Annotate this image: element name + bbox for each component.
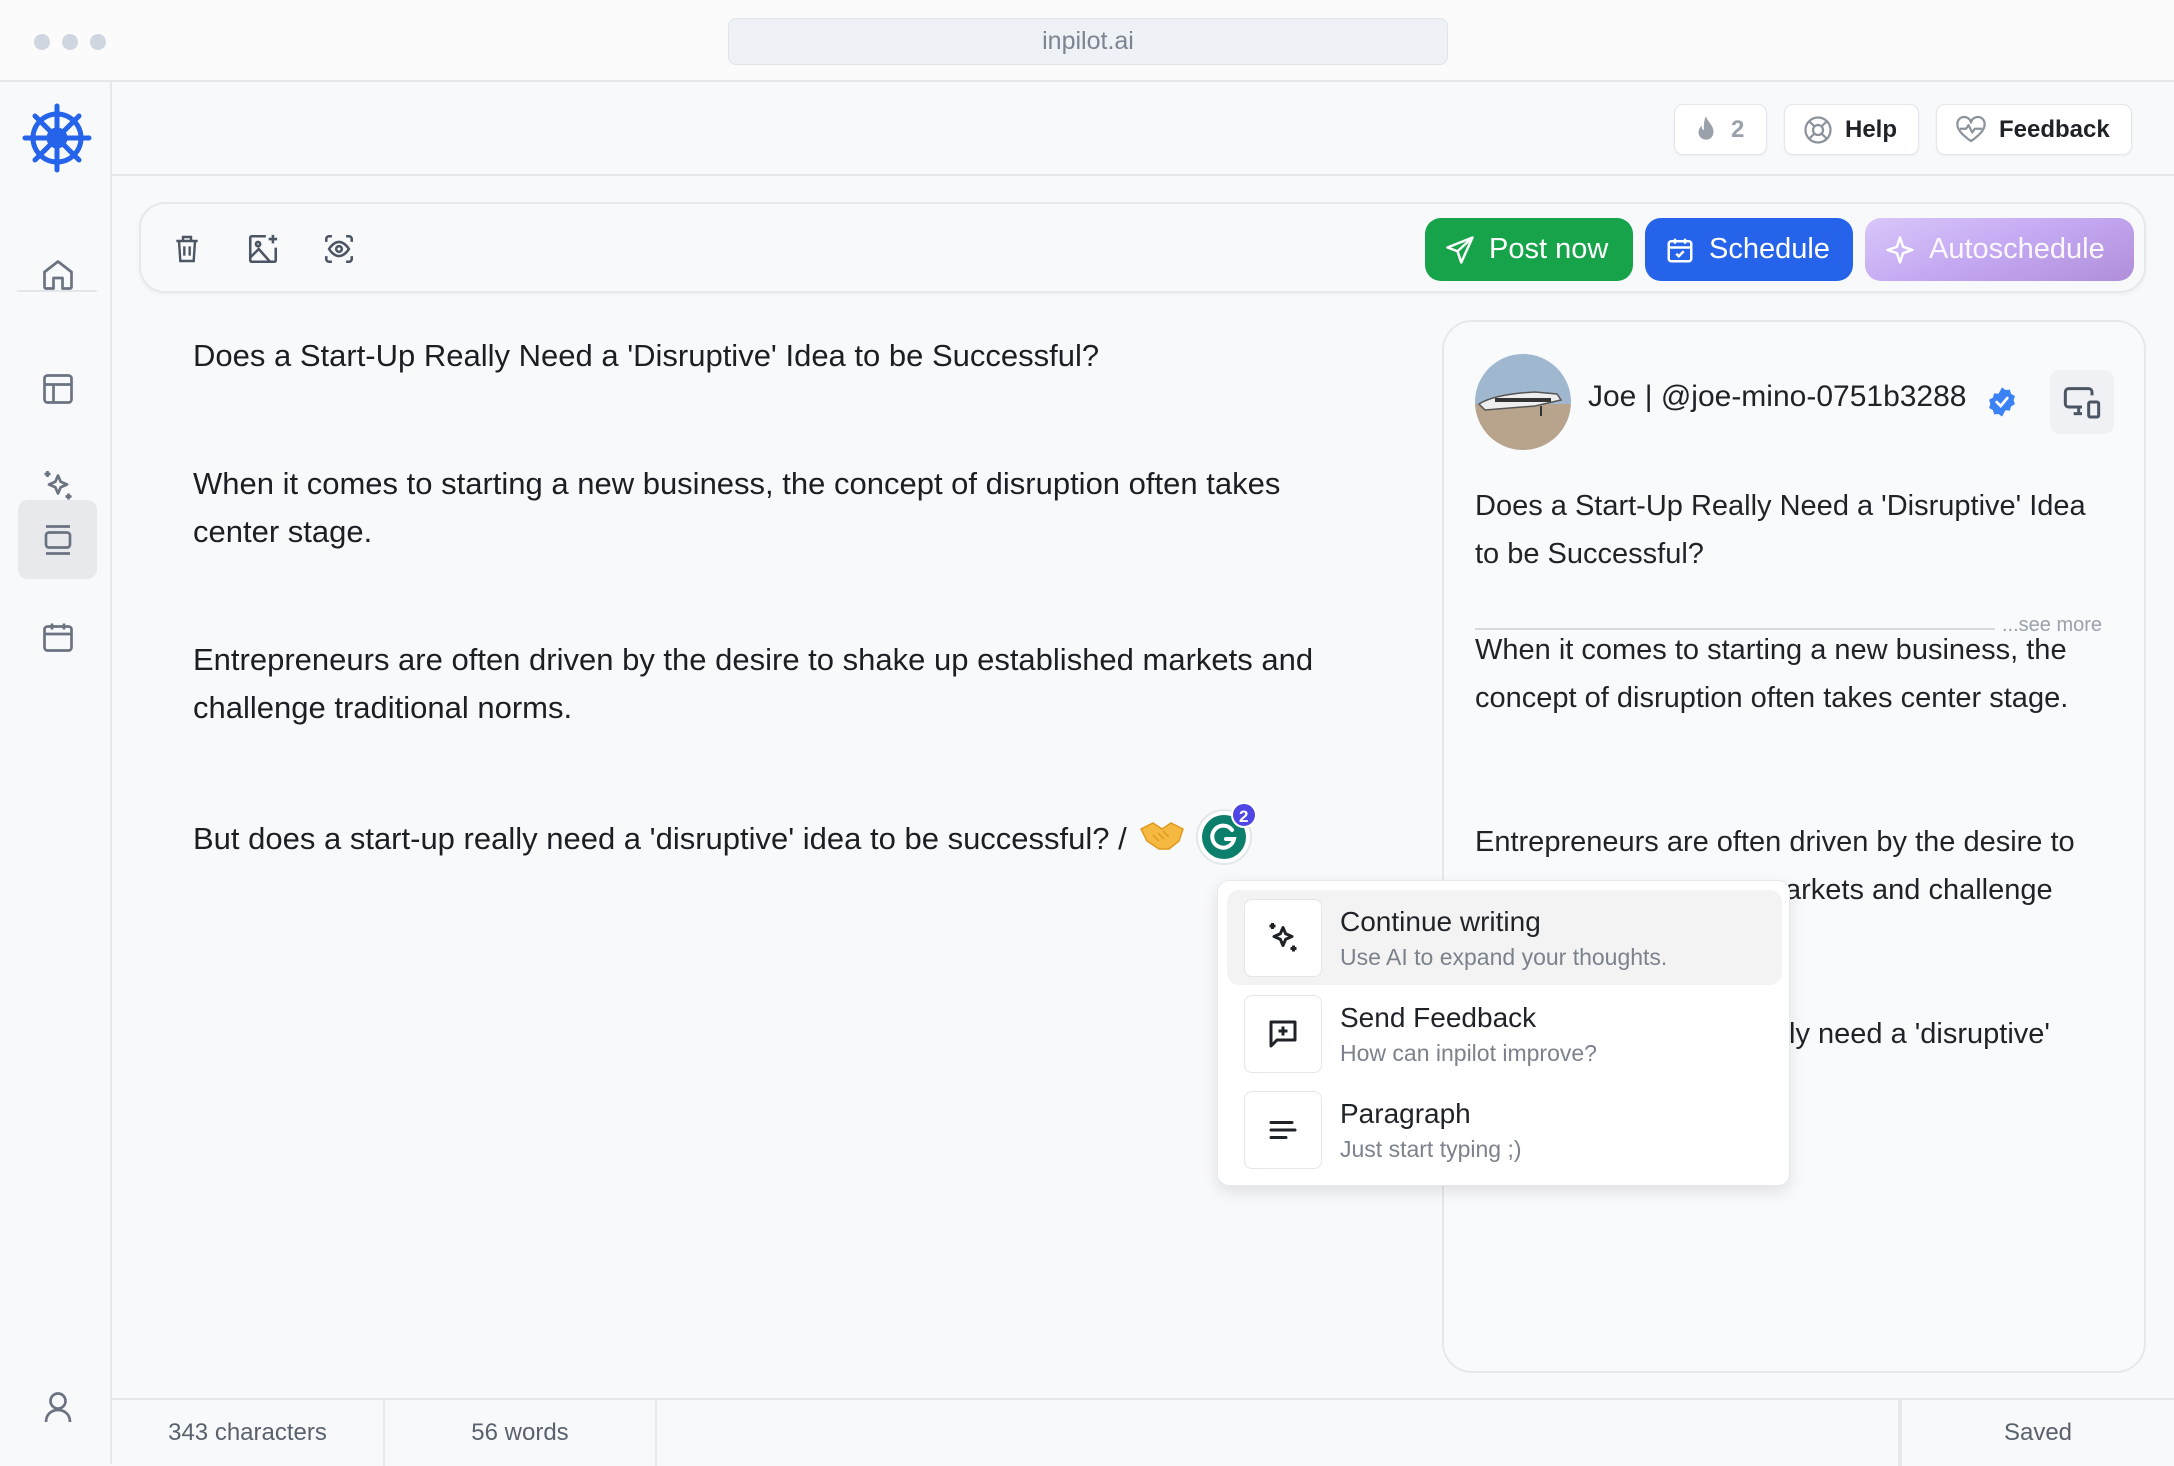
trash-icon [176,235,198,263]
sidebar-item-posts[interactable] [18,500,97,579]
editor-toolbar: Post now Schedule Autoschedule [139,202,2146,293]
sidebar [0,82,112,1464]
sidebar-item-account[interactable] [18,1367,97,1446]
sidebar-divider [17,290,97,292]
lifebuoy-icon [1804,115,1832,144]
browser-titlebar: inpilot.ai [0,0,2174,82]
editor-paragraph[interactable]: When it comes to starting a new business… [193,460,1373,556]
editor-paragraph[interactable]: Does a Start-Up Really Need a 'Disruptiv… [193,332,1373,380]
device-toggle-button[interactable] [2050,370,2114,434]
grammarly-button[interactable]: 2 [1195,802,1257,866]
preview-title: Does a Start-Up Really Need a 'Disruptiv… [1475,490,2086,570]
image-plus-icon [248,234,278,264]
sidebar-item-calendar[interactable] [18,597,97,676]
editor-paragraph[interactable]: But does a start-up really need a 'disru… [193,802,1373,870]
autoschedule-button[interactable]: Autoschedule [1865,218,2134,281]
posts-icon [44,524,71,555]
post-editor[interactable]: Does a Start-Up Really Need a 'Disruptiv… [193,332,1373,870]
message-plus-icon [1269,1020,1297,1048]
flame-icon [1698,115,1714,140]
streak-button[interactable]: 2 [1674,104,1767,155]
calendar-check-icon [1667,238,1693,262]
window-dot[interactable] [90,34,106,50]
sparkles-icon [44,470,71,499]
menu-item-title: Paragraph [1340,1098,1471,1129]
url-bar[interactable]: inpilot.ai [728,18,1448,65]
feedback-button[interactable]: Feedback [1936,104,2132,155]
word-count: 56 words [385,1400,657,1466]
window-dot[interactable] [62,34,78,50]
schedule-button[interactable]: Schedule [1645,218,1853,281]
sparkles-icon [1269,923,1297,952]
text-align-icon [1269,1121,1297,1139]
sidebar-item-home[interactable] [18,235,97,314]
post-now-button[interactable]: Post now [1425,218,1633,281]
post-now-label: Post now [1489,233,1609,265]
sparkle-icon [1886,235,1914,264]
streak-count: 2 [1731,115,1745,143]
character-count: 343 characters [112,1400,385,1466]
menu-item-title: Continue writing [1340,906,1541,937]
feedback-label: Feedback [1999,115,2110,143]
delete-button[interactable] [168,230,206,268]
status-footer: 343 characters 56 words Saved [112,1398,2174,1466]
menu-item-subtitle: Just start typing ;) [1340,1136,1522,1162]
preview-paragraph: When it comes to starting a new business… [1475,634,2069,714]
preview-paragraph-partial: ly need a 'disruptive' [1789,1018,2050,1050]
autoschedule-label: Autoschedule [1929,233,2105,265]
send-icon [1446,235,1474,264]
preview-paragraph-partial: arkets and challenge [1785,874,2053,906]
window-dot[interactable] [34,34,50,50]
author-name: Joe | @joe-mino-0751b3288 [1588,380,1967,413]
scan-eye-icon [324,234,354,264]
verified-badge-icon [1986,386,2018,423]
editor-current-line[interactable]: But does a start-up really need a 'disru… [193,821,1127,856]
menu-item-continue-writing[interactable]: Continue writing Use AI to expand your t… [1227,890,1782,985]
preview-button[interactable] [320,230,358,268]
sidebar-item-layout[interactable] [18,349,97,428]
add-image-button[interactable] [244,230,282,268]
grammarly-badge: 2 [1230,802,1257,828]
schedule-label: Schedule [1709,233,1830,265]
menu-item-send-feedback[interactable]: Send Feedback How can inpilot improve? [1227,986,1782,1081]
save-status: Saved [1900,1400,2174,1466]
menu-item-title: Send Feedback [1340,1002,1537,1033]
help-button[interactable]: Help [1784,104,1919,155]
menu-item-paragraph[interactable]: Paragraph Just start typing ;) [1227,1082,1782,1177]
menu-item-subtitle: How can inpilot improve? [1340,1040,1597,1066]
top-header: 2 Help Feedback [112,82,2174,176]
help-label: Help [1845,115,1898,143]
app-logo-helm-icon[interactable] [21,102,93,174]
home-icon [42,259,73,290]
devices-icon [2063,387,2101,419]
user-icon [44,1391,71,1422]
calendar-icon [42,623,73,652]
editor-paragraph[interactable]: Entrepreneurs are often driven by the de… [193,636,1373,732]
menu-item-subtitle: Use AI to expand your thoughts. [1340,944,1668,970]
slash-command-menu: Continue writing Use AI to expand your t… [1217,880,1790,1186]
post-preview-card: Joe | @joe-mino-0751b3288 Does a Start-U… [1442,320,2146,1373]
avatar [1475,354,1571,450]
footer-spacer [657,1400,1900,1466]
layout-icon [42,373,73,404]
heart-pulse-icon [1956,115,1986,142]
preview-paragraph: Entrepreneurs are often driven by the de… [1475,826,2075,858]
handshake-emoji-icon[interactable] [1139,819,1185,855]
